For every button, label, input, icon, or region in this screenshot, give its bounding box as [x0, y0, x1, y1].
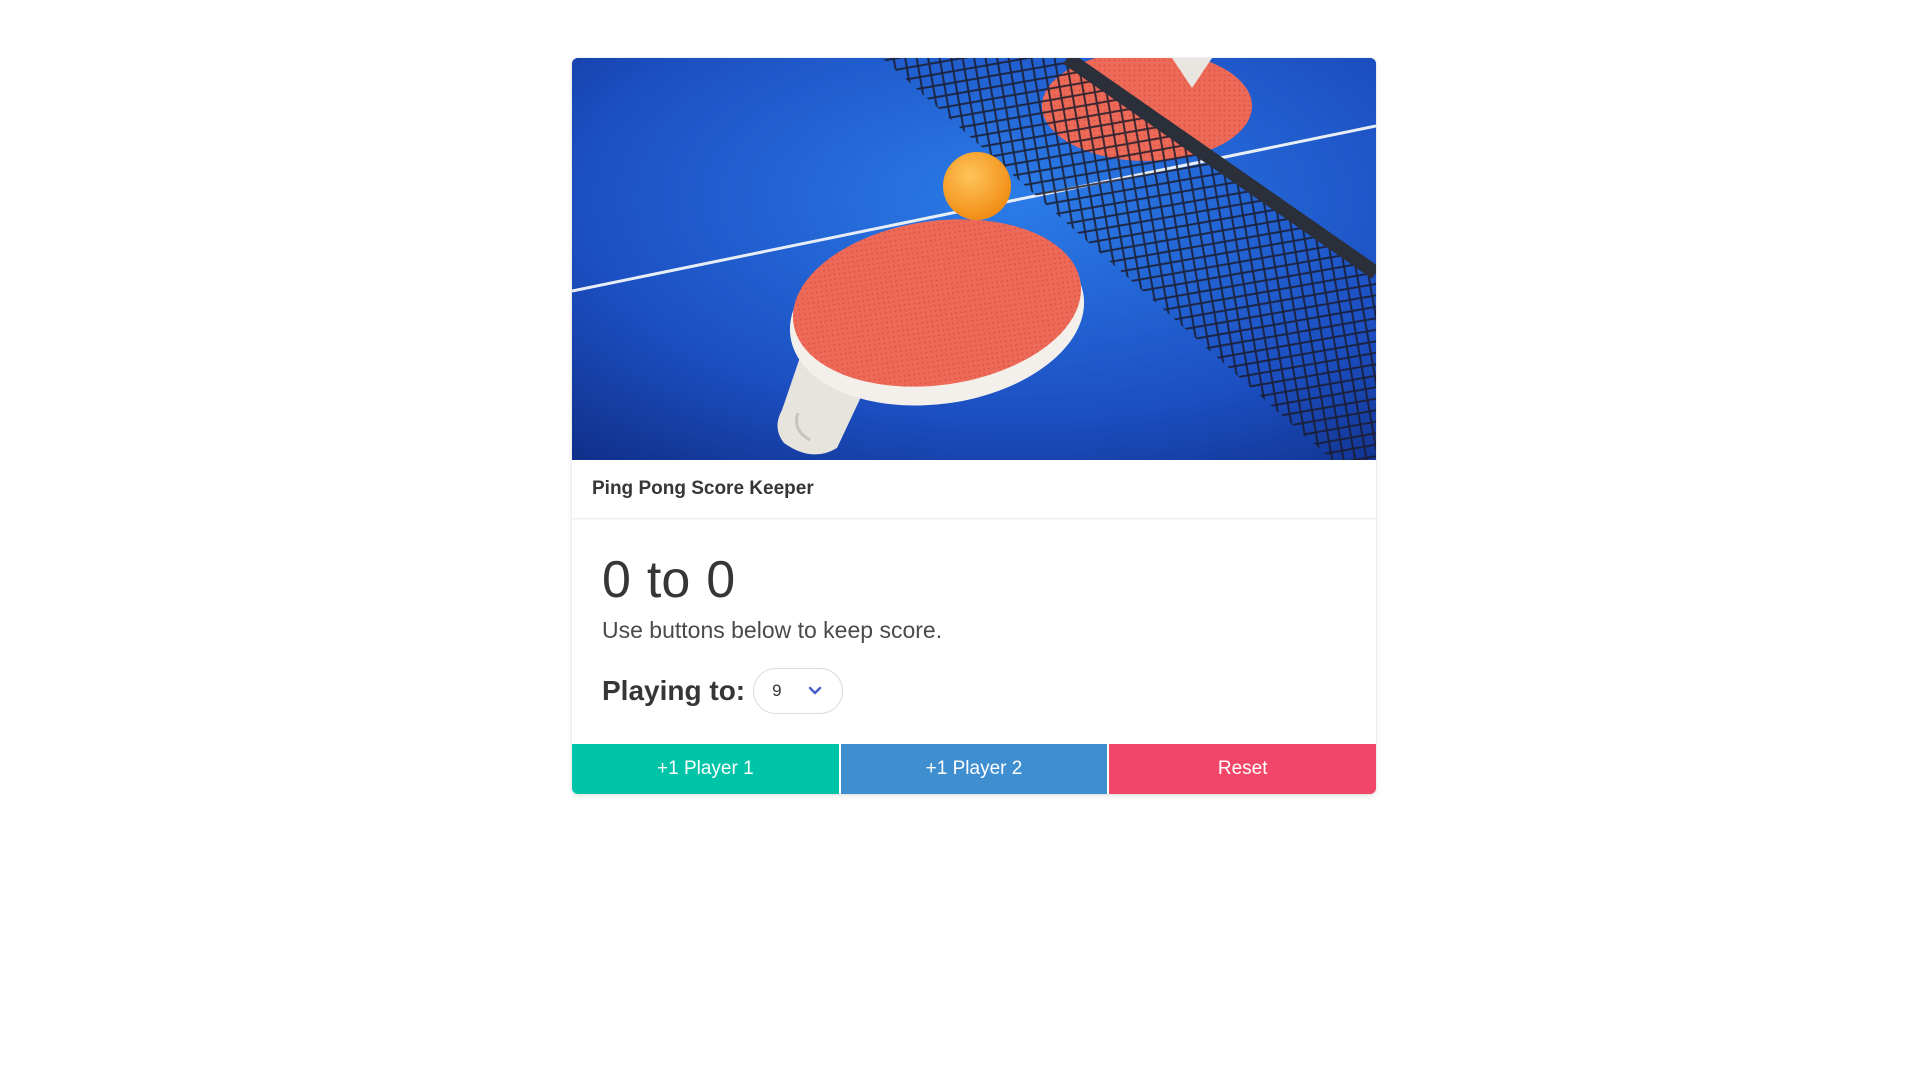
- winning-score-value: 9: [772, 681, 782, 701]
- app-title: Ping Pong Score Keeper: [592, 478, 814, 499]
- player2-add-button[interactable]: +1 Player 2: [840, 744, 1108, 795]
- player1-score: 0: [602, 551, 631, 609]
- playing-to-label: Playing to:: [602, 675, 746, 707]
- ping-pong-image: [572, 58, 1376, 460]
- card-content: 0 to 0 Use buttons below to keep score. …: [572, 518, 1376, 744]
- score-card: Ping Pong Score Keeper 0 to 0 Use button…: [572, 58, 1376, 795]
- instructions-text: Use buttons below to keep score.: [602, 617, 943, 644]
- score-separator: to: [646, 551, 691, 609]
- score-display: 0 to 0: [602, 551, 1346, 609]
- card-footer: +1 Player 1 +1 Player 2 Reset: [572, 744, 1376, 795]
- reset-button[interactable]: Reset: [1109, 744, 1376, 795]
- player2-score: 0: [706, 551, 736, 609]
- winning-score-select[interactable]: 9: [753, 668, 844, 715]
- chevron-down-icon: [808, 686, 822, 695]
- player1-add-button[interactable]: +1 Player 1: [572, 744, 839, 795]
- card-header: Ping Pong Score Keeper: [572, 460, 1376, 518]
- playing-to-row: Playing to: 9: [602, 668, 1346, 715]
